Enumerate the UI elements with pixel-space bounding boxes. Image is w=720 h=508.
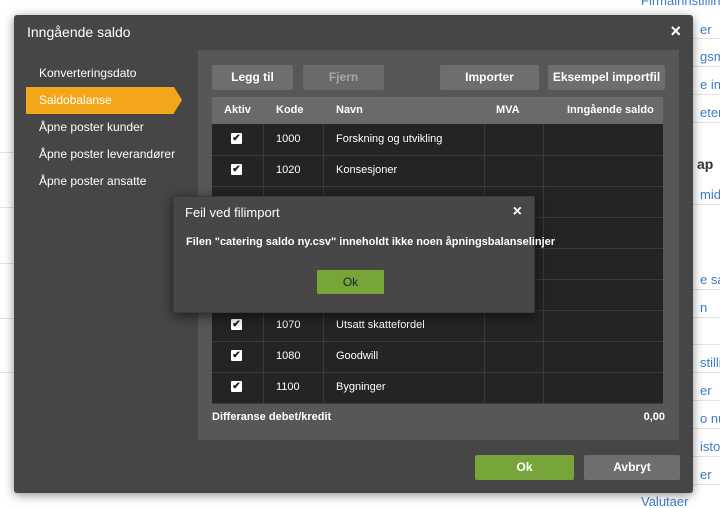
table-row[interactable]: ✔ 1070 Utsatt skattefordel — [212, 310, 663, 342]
difference-label: Differanse debet/kredit — [212, 411, 332, 423]
import-error-modal: Feil ved filimport × Filen "catering sal… — [173, 196, 555, 313]
cancel-button[interactable]: Avbryt — [584, 455, 680, 480]
column-header-vat[interactable]: MVA — [496, 97, 520, 124]
bg-divider — [690, 400, 720, 401]
column-header-name[interactable]: Navn — [336, 97, 363, 124]
bg-divider — [690, 122, 720, 123]
bg-divider — [0, 372, 14, 373]
nav-item-open-items-employees[interactable]: Åpne poster ansatte — [26, 168, 198, 195]
table-row[interactable]: ✔ 1080 Goodwill — [212, 341, 663, 373]
column-header-active[interactable]: Aktiv — [224, 97, 251, 124]
bg-section-heading: ap — [697, 156, 714, 172]
column-header-code[interactable]: Kode — [276, 97, 304, 124]
cell-name: Bygninger — [336, 381, 386, 393]
cell-code: 1070 — [276, 319, 301, 331]
cell-name: Konsesjoner — [336, 164, 398, 176]
cell-code: 1020 — [276, 164, 301, 176]
bg-link[interactable]: o num — [700, 411, 720, 426]
import-button[interactable]: Importer — [440, 65, 539, 90]
active-checkbox[interactable]: ✔ — [231, 319, 242, 330]
bg-divider — [690, 204, 720, 205]
nav-item-open-items-customers[interactable]: Åpne poster kunder — [26, 114, 198, 141]
add-button[interactable]: Legg til — [212, 65, 293, 90]
dialog-nav: Konverteringsdato Saldobalanse Åpne post… — [26, 60, 198, 195]
bg-divider — [0, 152, 14, 153]
bg-divider — [0, 207, 14, 208]
cell-code: 1100 — [276, 381, 300, 393]
bg-divider — [0, 263, 14, 264]
bg-divider — [0, 318, 14, 319]
active-checkbox[interactable]: ✔ — [231, 133, 242, 144]
bg-divider — [690, 317, 720, 318]
error-message: Filen "catering saldo ny.csv" inneholdt … — [186, 236, 556, 248]
bg-link[interactable]: eter — [700, 105, 720, 120]
bg-link[interactable]: n — [700, 300, 707, 315]
bg-divider — [690, 289, 720, 290]
remove-button[interactable]: Fjern — [303, 65, 384, 90]
bg-link[interactable]: midde — [700, 187, 720, 202]
column-header-opening-balance[interactable]: Inngående saldo — [567, 97, 654, 124]
bg-link[interactable]: e inns — [700, 77, 720, 92]
table-row[interactable]: ✔ 1020 Konsesjoner — [212, 155, 663, 187]
nav-item-saldobalanse[interactable]: Saldobalanse — [26, 87, 182, 114]
dialog-title: Inngående saldo — [27, 24, 131, 40]
bg-divider — [690, 94, 720, 95]
table-header: Aktiv Kode Navn MVA Inngående saldo — [212, 97, 663, 124]
cell-code: 1000 — [276, 133, 301, 145]
bg-link[interactable]: e sal — [700, 272, 720, 287]
nav-item-konverteringsdato[interactable]: Konverteringsdato — [26, 60, 198, 87]
bg-divider — [690, 66, 720, 67]
nav-item-open-items-suppliers[interactable]: Åpne poster leverandører — [26, 141, 198, 168]
bg-divider — [690, 484, 720, 485]
bg-link[interactable]: er — [700, 22, 712, 37]
ok-button[interactable]: Ok — [475, 455, 574, 480]
cell-code: 1080 — [276, 350, 301, 362]
difference-value: 0,00 — [643, 411, 665, 423]
bg-link[interactable]: er — [700, 467, 712, 482]
cell-name: Forskning og utvikling — [336, 133, 443, 145]
bg-divider — [690, 372, 720, 373]
example-import-file-button[interactable]: Eksempel importfil — [548, 65, 665, 90]
bg-link[interactable]: istori — [700, 439, 720, 454]
close-icon[interactable]: × — [670, 21, 681, 41]
active-checkbox[interactable]: ✔ — [231, 164, 242, 175]
bg-divider — [690, 428, 720, 429]
bg-link[interactable]: er — [700, 383, 712, 398]
error-modal-title: Feil ved filimport — [185, 205, 280, 220]
error-ok-button[interactable]: Ok — [317, 270, 384, 294]
bg-divider — [690, 344, 720, 345]
bg-link[interactable]: stilling — [700, 355, 720, 370]
bg-link[interactable]: gsma — [700, 49, 720, 64]
cell-name: Goodwill — [336, 350, 379, 362]
bg-divider — [690, 456, 720, 457]
active-checkbox[interactable]: ✔ — [231, 350, 242, 361]
cell-name: Utsatt skattefordel — [336, 319, 425, 331]
close-icon[interactable]: × — [513, 203, 522, 221]
bg-divider — [690, 38, 720, 39]
table-row[interactable]: ✔ 1100 Bygninger — [212, 372, 663, 404]
table-row[interactable]: ✔ 1000 Forskning og utvikling — [212, 124, 663, 156]
active-checkbox[interactable]: ✔ — [231, 381, 242, 392]
bg-link-valutaer[interactable]: Valutaer — [641, 494, 688, 508]
bg-link-firmainnstilling[interactable]: Firmainnstilling — [641, 0, 720, 8]
